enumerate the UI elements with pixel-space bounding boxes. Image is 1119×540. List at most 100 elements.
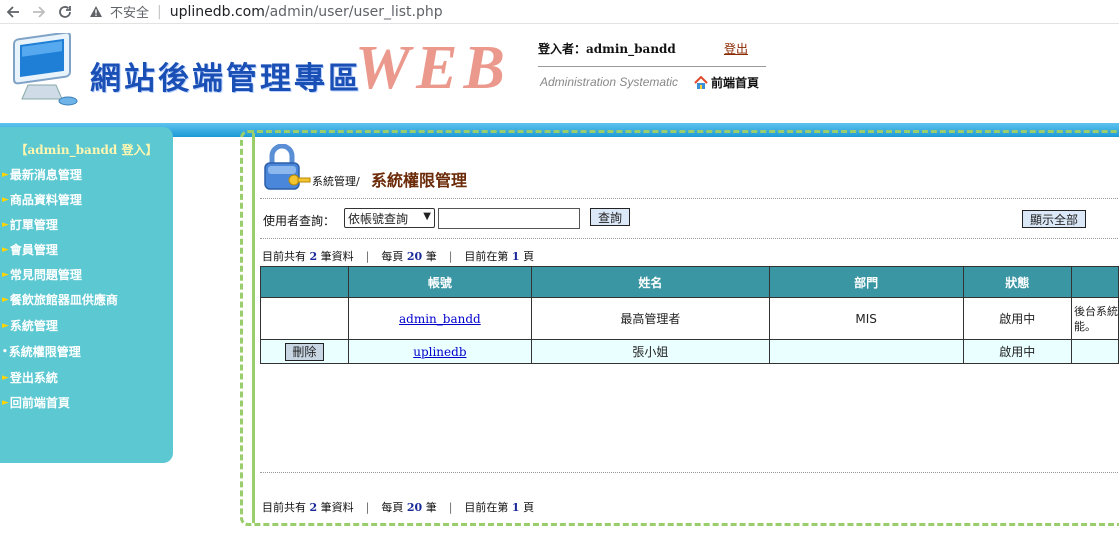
divider	[260, 472, 1119, 473]
pagination-summary-top: 目前共有 2 筆資料 | 每頁 20 筆 | 目前在第 1 頁	[262, 248, 534, 264]
divider	[260, 198, 1119, 199]
total-count: 2	[309, 501, 318, 514]
arrow-right-icon: ►	[2, 372, 9, 383]
per-page-suffix: 筆	[425, 250, 437, 263]
column-header	[260, 266, 349, 298]
lock-key-icon	[264, 144, 311, 190]
sidebar-item-faq[interactable]: ► 常見問題管理	[0, 263, 173, 288]
remark-line: 後台系統	[1073, 304, 1118, 318]
table-header-row: 帳號 姓名 部門 狀態	[260, 266, 1119, 298]
url-text[interactable]: uplinedb.com/admin/user/user_list.php	[170, 4, 443, 20]
sidebar-item-products[interactable]: ► 商品資料管理	[0, 188, 173, 213]
search-input[interactable]	[438, 208, 580, 229]
sidebar-item-suppliers[interactable]: ► 餐飲旅館器皿供應商	[0, 288, 173, 313]
arrow-right-icon: ►	[2, 195, 9, 205]
sidebar-item-label: 系統權限管理	[8, 344, 81, 359]
sidebar-item-label: 系統管理	[9, 318, 58, 333]
arrow-left-icon	[6, 5, 19, 18]
summary-separator: |	[448, 501, 453, 514]
current-page: 1	[511, 501, 520, 514]
summary-prefix: 目前共有	[262, 501, 306, 514]
name-cell: 張小姐	[531, 339, 770, 364]
search-label: 使用者查詢：	[263, 214, 336, 228]
chevron-down-icon: ▼	[423, 211, 431, 222]
logout-link[interactable]: 登出	[724, 40, 748, 57]
house-icon	[694, 75, 708, 89]
dept-cell: MIS	[768, 297, 964, 340]
warning-triangle-icon[interactable]	[88, 4, 104, 20]
login-user-label: 登入者：admin_bandd	[538, 42, 676, 56]
arrow-right-icon: ►	[2, 170, 9, 180]
site-title: 網站後端管理專區	[90, 61, 362, 97]
summary-total-suffix: 筆資料	[320, 501, 354, 514]
header-divider	[538, 66, 766, 67]
sidebar-item-label: 餐飲旅館器皿供應商	[9, 293, 118, 307]
sidebar-item-label: 常見問題管理	[9, 268, 82, 282]
arrow-right-icon: ►	[2, 220, 9, 230]
account-cell: uplinedb	[347, 339, 533, 364]
summary-separator: |	[365, 250, 370, 263]
column-header-dept: 部門	[768, 266, 964, 298]
url-path: /admin/user/user_list.php	[264, 3, 443, 20]
per-page-count: 20	[406, 250, 423, 263]
header-subtitle: Administration Systematic	[540, 75, 679, 89]
show-all-button[interactable]: 顯示全部	[1022, 210, 1086, 228]
sidebar-user-label: 【admin_bandd 登入】	[15, 143, 158, 157]
action-cell	[260, 297, 349, 340]
search-type-select[interactable]: 依帳號查詢 ▼	[344, 208, 435, 228]
page-title: 系統權限管理	[371, 171, 468, 190]
query-button[interactable]: 查詢	[590, 208, 630, 226]
reload-button[interactable]	[52, 0, 78, 24]
table-row: admin_bandd 最高管理者 MIS 啟用中 後台系統 能。	[260, 297, 1119, 340]
remark-line: 能。	[1073, 319, 1096, 333]
sidebar-item-label: 商品資料管理	[9, 193, 82, 207]
page-prefix: 目前在第	[464, 501, 509, 514]
total-count: 2	[309, 250, 318, 263]
page-suffix: 頁	[523, 250, 535, 263]
address-bar[interactable]: 不安全 | uplinedb.com/admin/user/user_list.…	[88, 0, 443, 24]
sidebar-item-orders[interactable]: ► 訂單管理	[0, 213, 173, 238]
status-cell: 啟用中	[962, 339, 1072, 364]
summary-separator: |	[365, 501, 370, 514]
dept-cell	[768, 339, 964, 364]
sidebar-item-system[interactable]: ► 系統管理	[0, 313, 173, 339]
search-type-value: 依帳號查詢	[348, 211, 409, 226]
sidebar-item-permissions[interactable]: • 系統權限管理	[0, 339, 173, 365]
sidebar-item-label: 訂單管理	[9, 218, 58, 232]
account-link[interactable]: admin_bandd	[399, 312, 481, 326]
frontend-home-link[interactable]: 前端首頁	[694, 74, 759, 91]
remark-cell: 後台系統 能。	[1070, 297, 1119, 340]
sidebar-item-label: 回前端首頁	[9, 396, 70, 410]
site-header: 網站後端管理專區 WEB 登入者：admin_bandd 登出 Administ…	[0, 25, 1119, 137]
frontend-home-label: 前端首頁	[711, 76, 760, 90]
user-table: 帳號 姓名 部門 狀態 admin_bandd 最高管理者 MIS 啟用中 後台…	[260, 266, 1119, 364]
monitor-icon	[13, 33, 78, 106]
status-cell: 啟用中	[962, 297, 1072, 340]
dot-icon: •	[2, 346, 8, 357]
sidebar-item-members[interactable]: ► 會員管理	[0, 238, 173, 263]
summary-total-suffix: 筆資料	[320, 250, 354, 263]
column-header-remark	[1070, 266, 1119, 298]
arrow-right-icon: ►	[2, 320, 9, 331]
account-cell: admin_bandd	[347, 297, 533, 340]
forward-button[interactable]	[26, 0, 52, 24]
arrow-right-icon: ►	[2, 295, 9, 305]
arrow-right-icon: ►	[2, 245, 9, 255]
sidebar-item-news[interactable]: ► 最新消息管理	[0, 163, 173, 188]
account-link[interactable]: uplinedb	[413, 345, 466, 359]
breadcrumb: 系統管理/	[312, 175, 360, 188]
web-logo: WEB	[355, 34, 511, 102]
delete-button[interactable]: 刪除	[284, 342, 324, 361]
page-prefix: 目前在第	[464, 250, 509, 263]
column-header-status: 狀態	[962, 266, 1072, 298]
sidebar-item-home[interactable]: ► 回前端首頁	[0, 391, 173, 416]
sidebar-item-label: 會員管理	[9, 243, 58, 257]
arrow-right-icon	[33, 5, 46, 18]
action-cell: 刪除	[260, 339, 349, 364]
sidebar-item-logout[interactable]: ► 登出系統	[0, 365, 173, 391]
sidebar-item-label: 最新消息管理	[9, 168, 82, 182]
address-divider: |	[157, 3, 162, 20]
back-button[interactable]	[0, 0, 26, 24]
table-row: 刪除 uplinedb 張小姐 啟用中	[260, 339, 1119, 364]
url-domain: uplinedb.com	[169, 3, 265, 20]
